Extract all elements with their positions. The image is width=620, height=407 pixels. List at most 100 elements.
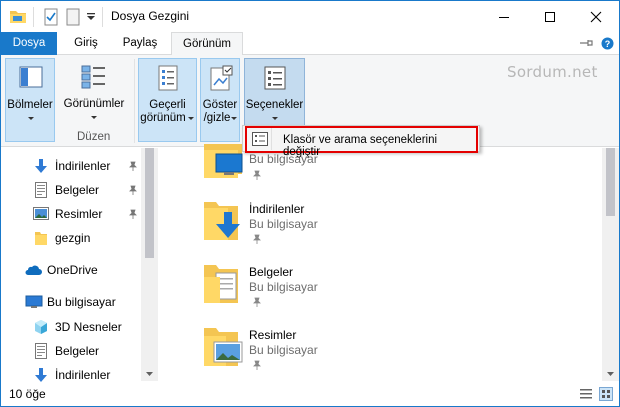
customize-caret-icon[interactable] bbox=[86, 11, 96, 29]
pictures-icon bbox=[33, 207, 49, 220]
documents-icon bbox=[35, 182, 47, 198]
documents-icon bbox=[35, 343, 47, 359]
content-pane: Bu bilgisayar İndirilenler Bu bilgisayar… bbox=[158, 144, 601, 384]
status-bar: 10 öğe bbox=[1, 382, 619, 406]
nav-item-documents-pc[interactable]: Belgeler bbox=[1, 340, 141, 362]
downloads-folder-icon bbox=[204, 202, 240, 240]
pin-icon[interactable] bbox=[128, 161, 138, 171]
minimize-icon bbox=[499, 17, 509, 18]
pin-icon[interactable] bbox=[128, 185, 138, 195]
details-view-icon[interactable] bbox=[579, 387, 593, 401]
large-icons-view-icon[interactable] bbox=[599, 387, 613, 401]
maximize-button[interactable] bbox=[527, 1, 573, 32]
show-hide-label-line1: Göster bbox=[202, 99, 238, 111]
layout-label: Görünümler bbox=[63, 98, 125, 110]
nav-item-documents[interactable]: Belgeler bbox=[1, 179, 141, 201]
navigation-pane: İndirilenler Belgeler Resimler gezgin On… bbox=[1, 148, 158, 382]
nav-item-label: gezgin bbox=[55, 231, 91, 245]
pin-icon bbox=[253, 360, 261, 370]
nav-item-downloads[interactable]: İndirilenler bbox=[1, 155, 141, 177]
properties-icon[interactable] bbox=[43, 8, 59, 26]
content-scrollbar-thumb[interactable] bbox=[606, 148, 615, 216]
scroll-down-icon[interactable] bbox=[607, 372, 614, 377]
watermark-text: Sordum.net bbox=[507, 63, 598, 81]
tile-location: Bu bilgisayar bbox=[249, 217, 318, 231]
pin-icon bbox=[253, 297, 261, 307]
nav-item-onedrive[interactable]: OneDrive bbox=[1, 259, 141, 281]
chevron-down-icon bbox=[188, 117, 194, 120]
new-folder-icon[interactable] bbox=[65, 8, 81, 26]
close-button[interactable] bbox=[573, 1, 619, 32]
nav-item-3d-objects[interactable]: 3D Nesneler bbox=[1, 316, 141, 338]
pin-icon bbox=[253, 170, 261, 180]
desktop-folder-icon bbox=[204, 144, 243, 178]
minimize-button[interactable] bbox=[481, 1, 527, 32]
layout-icon bbox=[81, 65, 105, 89]
nav-item-gezgin[interactable]: gezgin bbox=[1, 227, 141, 249]
window-title: Dosya Gezgini bbox=[111, 9, 190, 23]
layout-group-label: Düzen bbox=[77, 131, 111, 143]
nav-item-pictures[interactable]: Resimler bbox=[1, 203, 141, 225]
tile-location: Bu bilgisayar bbox=[249, 280, 318, 294]
nav-item-label: Resimler bbox=[55, 207, 103, 221]
title-bar: Dosya Gezgini bbox=[1, 1, 619, 32]
tile-documents[interactable]: Belgeler Bu bilgisayar bbox=[202, 261, 502, 321]
nav-item-label: Bu bilgisayar bbox=[47, 295, 116, 309]
tab-file[interactable]: Dosya bbox=[1, 32, 57, 55]
tab-share[interactable]: Paylaş bbox=[114, 32, 166, 55]
current-view-label-line1: Geçerli bbox=[149, 99, 186, 111]
pin-ribbon-icon[interactable] bbox=[579, 37, 593, 52]
3d-objects-icon bbox=[35, 320, 47, 334]
show-hide-label-line2: /gizle bbox=[203, 112, 231, 124]
pin-icon bbox=[253, 234, 261, 244]
nav-item-label: 3D Nesneler bbox=[55, 320, 122, 334]
tile-name: İndirilenler bbox=[249, 202, 305, 216]
content-scrollbar[interactable] bbox=[602, 148, 619, 381]
onedrive-cloud-icon bbox=[25, 265, 42, 275]
nav-item-this-pc[interactable]: Bu bilgisayar bbox=[1, 291, 141, 313]
download-arrow-icon bbox=[35, 368, 47, 382]
panes-label: Bölmeler bbox=[7, 99, 53, 111]
scroll-down-icon[interactable] bbox=[146, 372, 153, 377]
current-view-icon bbox=[158, 65, 178, 91]
tile-name: Belgeler bbox=[249, 265, 294, 279]
current-view-label-line2: görünüm bbox=[140, 112, 186, 124]
nav-item-label: OneDrive bbox=[47, 263, 98, 277]
chevron-down-icon bbox=[231, 117, 237, 120]
tab-home[interactable]: Giriş bbox=[61, 32, 111, 55]
tile-downloads[interactable]: İndirilenler Bu bilgisayar bbox=[202, 198, 502, 258]
this-pc-icon bbox=[25, 295, 43, 308]
help-icon[interactable]: ? bbox=[601, 37, 614, 53]
qa-separator bbox=[102, 7, 103, 27]
pin-icon[interactable] bbox=[128, 209, 138, 219]
layout-button[interactable]: Görünümler bbox=[59, 58, 129, 128]
panes-icon bbox=[19, 66, 43, 88]
change-folder-options-item[interactable]: Klasör ve arama seçeneklerini değiştir bbox=[245, 126, 478, 158]
options-icon bbox=[264, 66, 286, 90]
ribbon-separator bbox=[134, 59, 135, 143]
tile-location: Bu bilgisayar bbox=[249, 343, 318, 357]
folder-options-icon bbox=[252, 132, 268, 146]
nav-scrollbar-thumb[interactable] bbox=[145, 148, 154, 258]
svg-text:?: ? bbox=[605, 39, 611, 49]
item-count: 10 öğe bbox=[9, 387, 46, 401]
nav-item-label: İndirilenler bbox=[55, 159, 111, 173]
folder-icon[interactable] bbox=[9, 8, 27, 26]
tile-name: Resimler bbox=[249, 328, 297, 342]
chevron-down-icon bbox=[272, 117, 278, 120]
options-button[interactable]: Seçenekler bbox=[244, 58, 305, 128]
tab-view[interactable]: Görünüm bbox=[171, 32, 243, 56]
close-icon bbox=[590, 11, 602, 23]
maximize-icon bbox=[545, 12, 555, 22]
show-hide-button[interactable]: Göster /gizle bbox=[200, 58, 240, 142]
file-explorer-window: Dosya Gezgini Dosya Giriş Paylaş Görünüm… bbox=[0, 0, 620, 407]
chevron-down-icon bbox=[28, 117, 34, 120]
chevron-down-icon bbox=[91, 116, 97, 119]
nav-item-label: Belgeler bbox=[55, 183, 100, 197]
ribbon-tab-bar: Dosya Giriş Paylaş Görünüm ? bbox=[1, 32, 619, 56]
current-view-button[interactable]: Geçerli görünüm bbox=[138, 58, 197, 142]
nav-scrollbar[interactable] bbox=[141, 148, 158, 381]
tile-pictures[interactable]: Resimler Bu bilgisayar bbox=[202, 324, 502, 384]
show-hide-icon bbox=[210, 65, 233, 91]
panes-button[interactable]: Bölmeler bbox=[5, 58, 55, 142]
